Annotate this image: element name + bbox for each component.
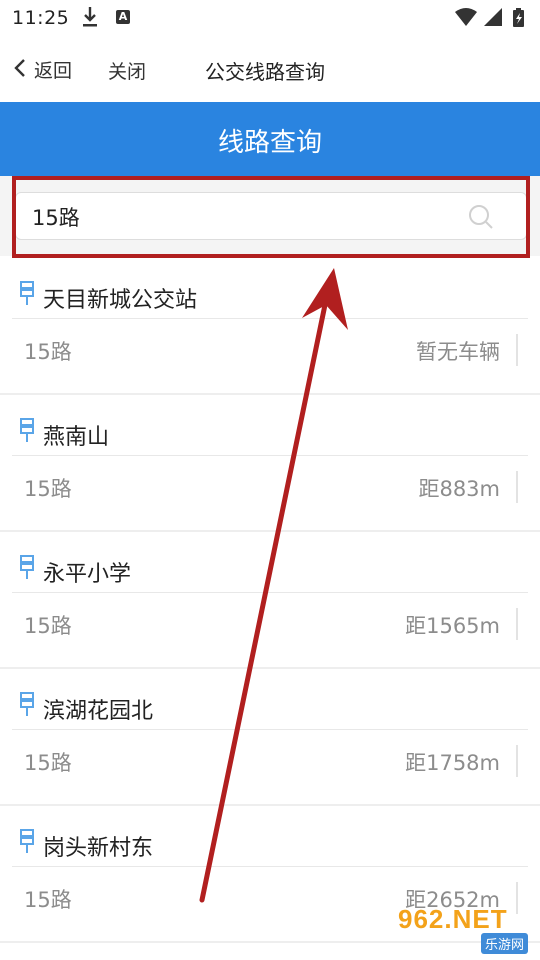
close-button[interactable]: 关闭: [108, 57, 146, 84]
route-name: 15路: [24, 340, 72, 364]
signal-icon: [484, 8, 502, 26]
station-name: 岗头新村东: [43, 836, 154, 861]
header-bar: 线路查询: [0, 102, 540, 176]
divider: [12, 866, 528, 867]
bus-stop-icon: [18, 280, 36, 310]
route-distance: 距883m: [418, 477, 500, 501]
divider: [516, 745, 518, 777]
station-item[interactable]: 滨湖花园北 15路 距1758m: [0, 669, 540, 806]
watermark-sub: 乐游网: [480, 933, 528, 954]
bus-stop-icon: [18, 828, 36, 858]
watermark-main: 962.NET: [398, 904, 508, 934]
divider: [12, 592, 528, 593]
divider: [516, 334, 518, 366]
chevron-left-icon: [14, 58, 26, 82]
divider: [516, 471, 518, 503]
back-label: 返回: [34, 60, 73, 82]
back-button[interactable]: 返回: [14, 56, 72, 83]
status-bar: 11:25 A: [0, 0, 540, 36]
station-item[interactable]: 永平小学 15路 距1565m: [0, 532, 540, 669]
annotation-highlight-box: [12, 176, 530, 258]
station-name: 滨湖花园北: [43, 699, 154, 724]
route-name: 15路: [24, 888, 72, 912]
download-icon: [82, 6, 98, 32]
route-distance: 距1565m: [405, 614, 500, 638]
route-name: 15路: [24, 477, 72, 501]
page-title: 公交线路查询: [205, 60, 325, 84]
nav-bar: 返回 关闭 公交线路查询: [0, 36, 540, 102]
station-item[interactable]: 天目新城公交站 15路 暂无车辆: [0, 258, 540, 395]
divider: [12, 318, 528, 319]
header-title: 线路查询: [217, 128, 322, 158]
divider: [516, 608, 518, 640]
battery-icon: [513, 8, 524, 27]
a-icon: A: [116, 10, 130, 24]
route-distance: 暂无车辆: [416, 340, 500, 364]
bus-stop-icon: [18, 691, 36, 721]
watermark-logo: 962.NET 乐游网: [398, 904, 528, 954]
status-right-icons: [454, 7, 530, 33]
route-name: 15路: [24, 751, 72, 775]
divider: [12, 455, 528, 456]
route-name: 15路: [24, 614, 72, 638]
bus-stop-icon: [18, 554, 36, 584]
station-item[interactable]: 燕南山 15路 距883m: [0, 395, 540, 532]
station-name: 永平小学: [43, 562, 132, 587]
station-name: 燕南山: [43, 425, 110, 450]
divider: [12, 729, 528, 730]
bus-stop-icon: [18, 417, 36, 447]
route-distance: 距1758m: [405, 751, 500, 775]
station-name: 天目新城公交站: [43, 288, 198, 313]
status-time: 11:25: [12, 7, 70, 29]
wifi-icon: [455, 8, 477, 26]
